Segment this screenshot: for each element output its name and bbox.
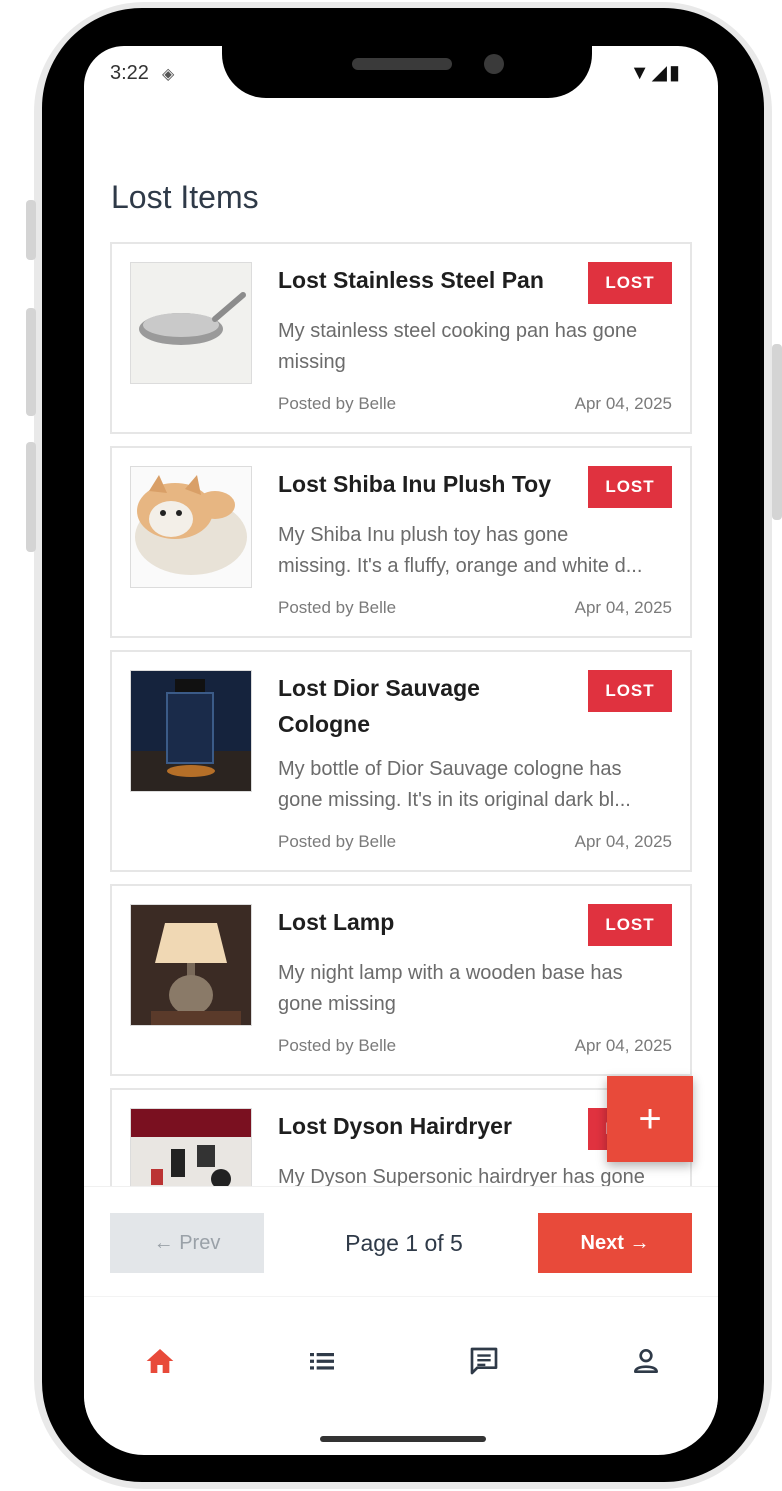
item-description: My Dyson Supersonic hairdryer has gone	[278, 1162, 678, 1186]
hairdryer-image	[131, 1109, 251, 1186]
lamp-image	[131, 905, 251, 1025]
sim-icon: ◈	[162, 66, 175, 83]
list-item[interactable]: Lost Dior Sauvage Cologne LOST My bottle…	[110, 650, 692, 872]
home-indicator[interactable]	[320, 1436, 486, 1442]
description-line: missing. It's a fluffy, orange and white…	[278, 555, 643, 577]
item-thumbnail	[130, 1108, 252, 1186]
wifi-icon: ▼	[629, 62, 652, 84]
phone-notch	[222, 8, 592, 98]
item-date: Apr 04, 2025	[574, 832, 672, 851]
status-badge: LOST	[588, 466, 672, 508]
item-title: Lost Stainless Steel Pan	[278, 267, 544, 293]
list-icon	[310, 1353, 334, 1370]
list-item[interactable]: Lost Lamp LOST My night lamp with a wood…	[110, 884, 692, 1076]
nav-profile[interactable]	[626, 1341, 666, 1381]
item-author: Posted by Belle	[278, 598, 397, 617]
title-line: Lost Dior Sauvage	[278, 675, 480, 701]
list-item[interactable]: Lost Stainless Steel Pan LOST My stainle…	[110, 242, 692, 434]
phone-side-button	[26, 200, 36, 260]
profile-icon	[634, 1349, 658, 1373]
bottom-nav	[84, 1296, 718, 1417]
item-description: My bottle of Dior Sauvage cologne has go…	[278, 754, 678, 816]
next-page-button[interactable]: Next →	[538, 1213, 692, 1273]
phone-side-button	[26, 308, 36, 416]
front-camera	[484, 54, 504, 74]
item-thumbnail	[130, 670, 252, 792]
speaker-grille	[352, 58, 452, 70]
prev-page-button[interactable]: ← Prev	[110, 1213, 264, 1273]
title-line: Cologne	[278, 711, 370, 737]
signal-icon: ◢	[651, 62, 669, 84]
item-thumbnail	[130, 904, 252, 1026]
description-line: My Shiba Inu plush toy has gone	[278, 524, 569, 546]
item-thumbnail	[130, 466, 252, 588]
item-author: Posted by Belle	[278, 1036, 397, 1055]
chat-icon	[470, 1347, 498, 1375]
pagination-bar: ← Prev Page 1 of 5 Next →	[84, 1186, 718, 1297]
list-item[interactable]: Lost Dyson Hairdryer LOST My Dyson Super…	[110, 1088, 692, 1186]
status-badge: LOST	[588, 262, 672, 304]
description-line: gone missing. It's in its original dark …	[278, 789, 631, 811]
home-icon	[146, 1349, 174, 1373]
status-icons: ▼◢▮	[630, 60, 682, 85]
item-thumbnail	[130, 262, 252, 384]
status-time: 3:22	[110, 62, 149, 84]
plush-toy-image	[135, 475, 247, 575]
battery-icon: ▮	[668, 62, 682, 84]
description-line: My Dyson Supersonic hairdryer has gone	[278, 1166, 645, 1186]
item-title: Lost Lamp	[278, 909, 395, 935]
page-title: Lost Items	[111, 179, 259, 216]
description-line: My night lamp with a wooden base has	[278, 962, 623, 984]
item-description: My Shiba Inu plush toy has gone missing.…	[278, 520, 678, 582]
item-title: Lost Shiba Inu Plush Toy	[278, 471, 552, 497]
item-description: My stainless steel cooking pan has gone …	[278, 316, 678, 378]
item-author: Posted by Belle	[278, 832, 397, 851]
pan-image	[139, 292, 246, 345]
item-description: My night lamp with a wooden base has gon…	[278, 958, 678, 1020]
page-indicator: Page 1 of 5	[345, 1229, 463, 1256]
item-date: Apr 04, 2025	[574, 1036, 672, 1055]
cologne-image	[131, 671, 251, 791]
status-badge: LOST	[588, 670, 672, 712]
items-list[interactable]: Lost Stainless Steel Pan LOST My stainle…	[84, 242, 718, 1186]
description-line: gone missing	[278, 993, 396, 1015]
item-date: Apr 04, 2025	[574, 394, 672, 413]
app-screen: 3:22 ◈ ▼◢▮ Lost Items Lost Stainless Ste…	[84, 46, 718, 1455]
description-line: My bottle of Dior Sauvage cologne has	[278, 758, 622, 780]
status-badge: LOST	[588, 904, 672, 946]
nav-list[interactable]	[302, 1341, 342, 1381]
description-line: missing	[278, 351, 346, 373]
item-author: Posted by Belle	[278, 394, 397, 413]
list-item[interactable]: Lost Shiba Inu Plush Toy LOST My Shiba I…	[110, 446, 692, 638]
nav-messages[interactable]	[464, 1341, 504, 1381]
item-title: Lost Dior Sauvage Cologne	[278, 670, 578, 742]
item-date: Apr 04, 2025	[574, 598, 672, 617]
description-line: My stainless steel cooking pan has gone	[278, 320, 638, 342]
phone-side-button	[772, 344, 782, 520]
item-title: Lost Dyson Hairdryer	[278, 1113, 512, 1139]
nav-home[interactable]	[140, 1341, 180, 1381]
phone-side-button	[26, 442, 36, 552]
add-item-button[interactable]: +	[607, 1076, 693, 1162]
